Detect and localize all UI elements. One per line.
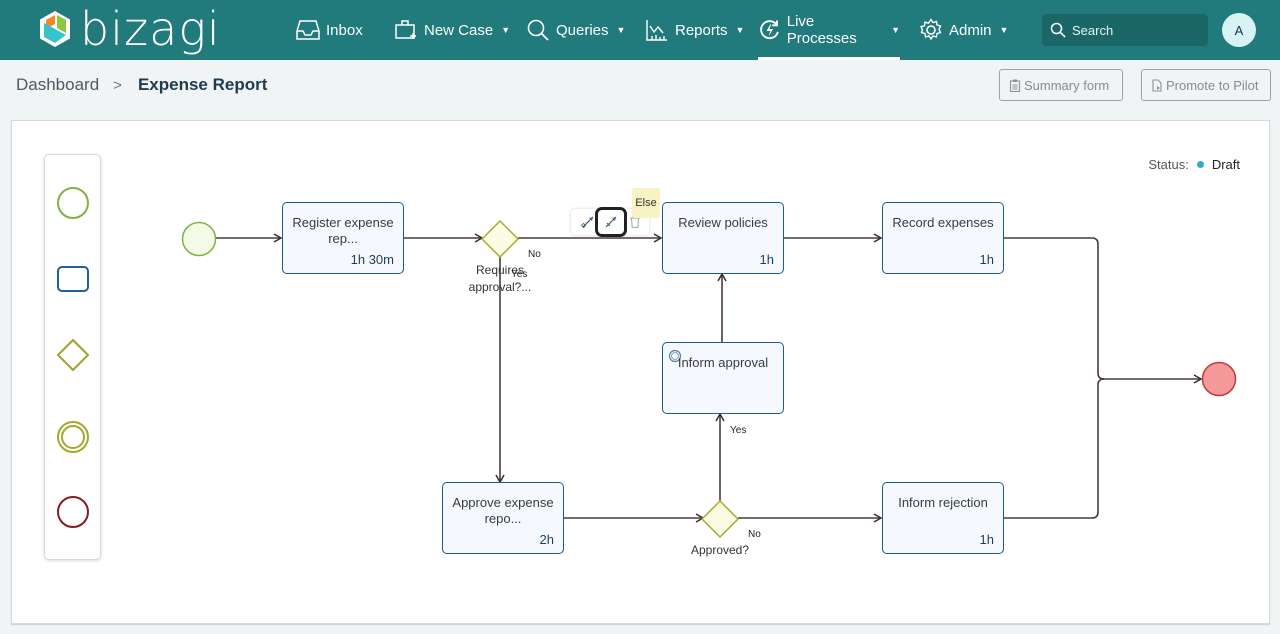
flow-rejection-to-end[interactable]: [1004, 378, 1105, 519]
flow-label-no: No: [748, 529, 761, 540]
flow-record-to-end[interactable]: [1004, 237, 1105, 380]
live-process-icon: [760, 20, 779, 40]
task-inform-rejection[interactable]: Inform rejection 1h: [882, 482, 1004, 554]
default-flow-button[interactable]: [595, 207, 627, 237]
gateway-label-requires-approval: Requires approval?...: [468, 263, 532, 294]
chevron-down-icon: ▼: [735, 25, 745, 35]
chevron-down-icon: ▼: [891, 25, 900, 35]
task-approve-expense-report[interactable]: Approve expense repo... 2h: [442, 482, 564, 554]
gateway-approved[interactable]: [700, 499, 740, 539]
top-navigation-bar: bizagi Inbox New Case ▼ Queries ▼ Report…: [0, 0, 1280, 60]
task-name: Review policies: [678, 215, 768, 230]
nav-live-processes-label: Live Processes: [786, 13, 857, 47]
promote-to-pilot-label: Promote to Pilot: [1166, 77, 1259, 93]
promote-to-pilot-button[interactable]: Promote to Pilot: [1141, 69, 1271, 101]
flow-type-tooltip: Else: [632, 188, 660, 218]
nav-new-case-label: New Case: [424, 21, 494, 39]
nav-queries-label: Queries: [556, 21, 609, 39]
clipboard-icon: [1009, 79, 1021, 92]
task-duration: 1h: [759, 252, 774, 267]
conditional-flow-icon: [581, 216, 594, 229]
global-search[interactable]: [1042, 14, 1208, 46]
nav-inbox-label: Inbox: [326, 21, 363, 39]
chevron-down-icon: ▼: [616, 25, 626, 35]
task-duration: 1h 30m: [350, 252, 394, 267]
promote-file-icon: [1152, 78, 1162, 92]
user-avatar[interactable]: A: [1222, 13, 1256, 47]
chevron-down-icon: ▼: [999, 25, 1009, 35]
task-review-policies[interactable]: Review policies 1h: [662, 202, 784, 274]
nav-inbox[interactable]: Inbox: [296, 0, 363, 60]
task-record-expenses[interactable]: Record expenses 1h: [882, 202, 1004, 274]
search-input[interactable]: [1072, 22, 1192, 38]
task-duration: 1h: [979, 252, 994, 267]
task-name: Record expenses: [892, 215, 994, 230]
task-name: Register expense rep...: [292, 215, 394, 246]
breadcrumb-dashboard-link[interactable]: Dashboard: [16, 75, 99, 95]
task-name: Inform approval: [677, 355, 769, 370]
task-name: Approve expense repo...: [452, 495, 554, 526]
task-register-expense-report[interactable]: Register expense rep... 1h 30m: [282, 202, 404, 274]
brand-name: bizagi: [80, 2, 221, 56]
bizagi-logo-icon: [40, 11, 70, 47]
chart-icon: [646, 20, 667, 41]
task-duration: 1h: [979, 532, 994, 547]
process-modeler-canvas[interactable]: Status: Draft Register expense rep... 1h…: [11, 120, 1270, 624]
nav-admin[interactable]: Admin ▼: [919, 0, 1008, 60]
end-event[interactable]: [1201, 361, 1237, 397]
inbox-icon: [296, 20, 320, 40]
start-event[interactable]: [181, 221, 217, 257]
breadcrumb-separator-icon: >: [113, 76, 122, 94]
nav-reports-label: Reports: [675, 21, 728, 39]
nav-admin-label: Admin: [949, 21, 992, 39]
bizagi-logo[interactable]: bizagi: [38, 6, 221, 52]
new-case-icon: [395, 20, 416, 39]
gateway-label-approved: Approved?: [690, 543, 750, 557]
default-flow-icon: [605, 216, 617, 228]
page-title: Expense Report: [137, 75, 268, 94]
flow-label-yes: Yes: [511, 269, 528, 280]
summary-form-button[interactable]: Summary form: [999, 69, 1123, 101]
task-duration: 2h: [539, 532, 554, 547]
breadcrumb: Dashboard > Expense Report: [16, 75, 267, 95]
task-inform-approval[interactable]: Inform approval: [662, 342, 784, 414]
flow-label-yes: Yes: [730, 425, 747, 436]
summary-form-label: Summary form: [1024, 77, 1110, 93]
flow-label-no: No: [528, 249, 541, 260]
search-icon: [527, 19, 549, 41]
nav-new-case[interactable]: New Case ▼: [394, 0, 510, 60]
nav-live-processes[interactable]: Live Processes ▼: [758, 0, 900, 60]
gear-icon: [920, 18, 942, 41]
chevron-down-icon: ▼: [501, 25, 511, 35]
search-icon: [1050, 22, 1066, 38]
task-name: Inform rejection: [898, 495, 988, 510]
nav-queries[interactable]: Queries ▼: [526, 0, 625, 60]
gateway-requires-approval[interactable]: [480, 219, 520, 259]
nav-reports[interactable]: Reports ▼: [645, 0, 744, 60]
